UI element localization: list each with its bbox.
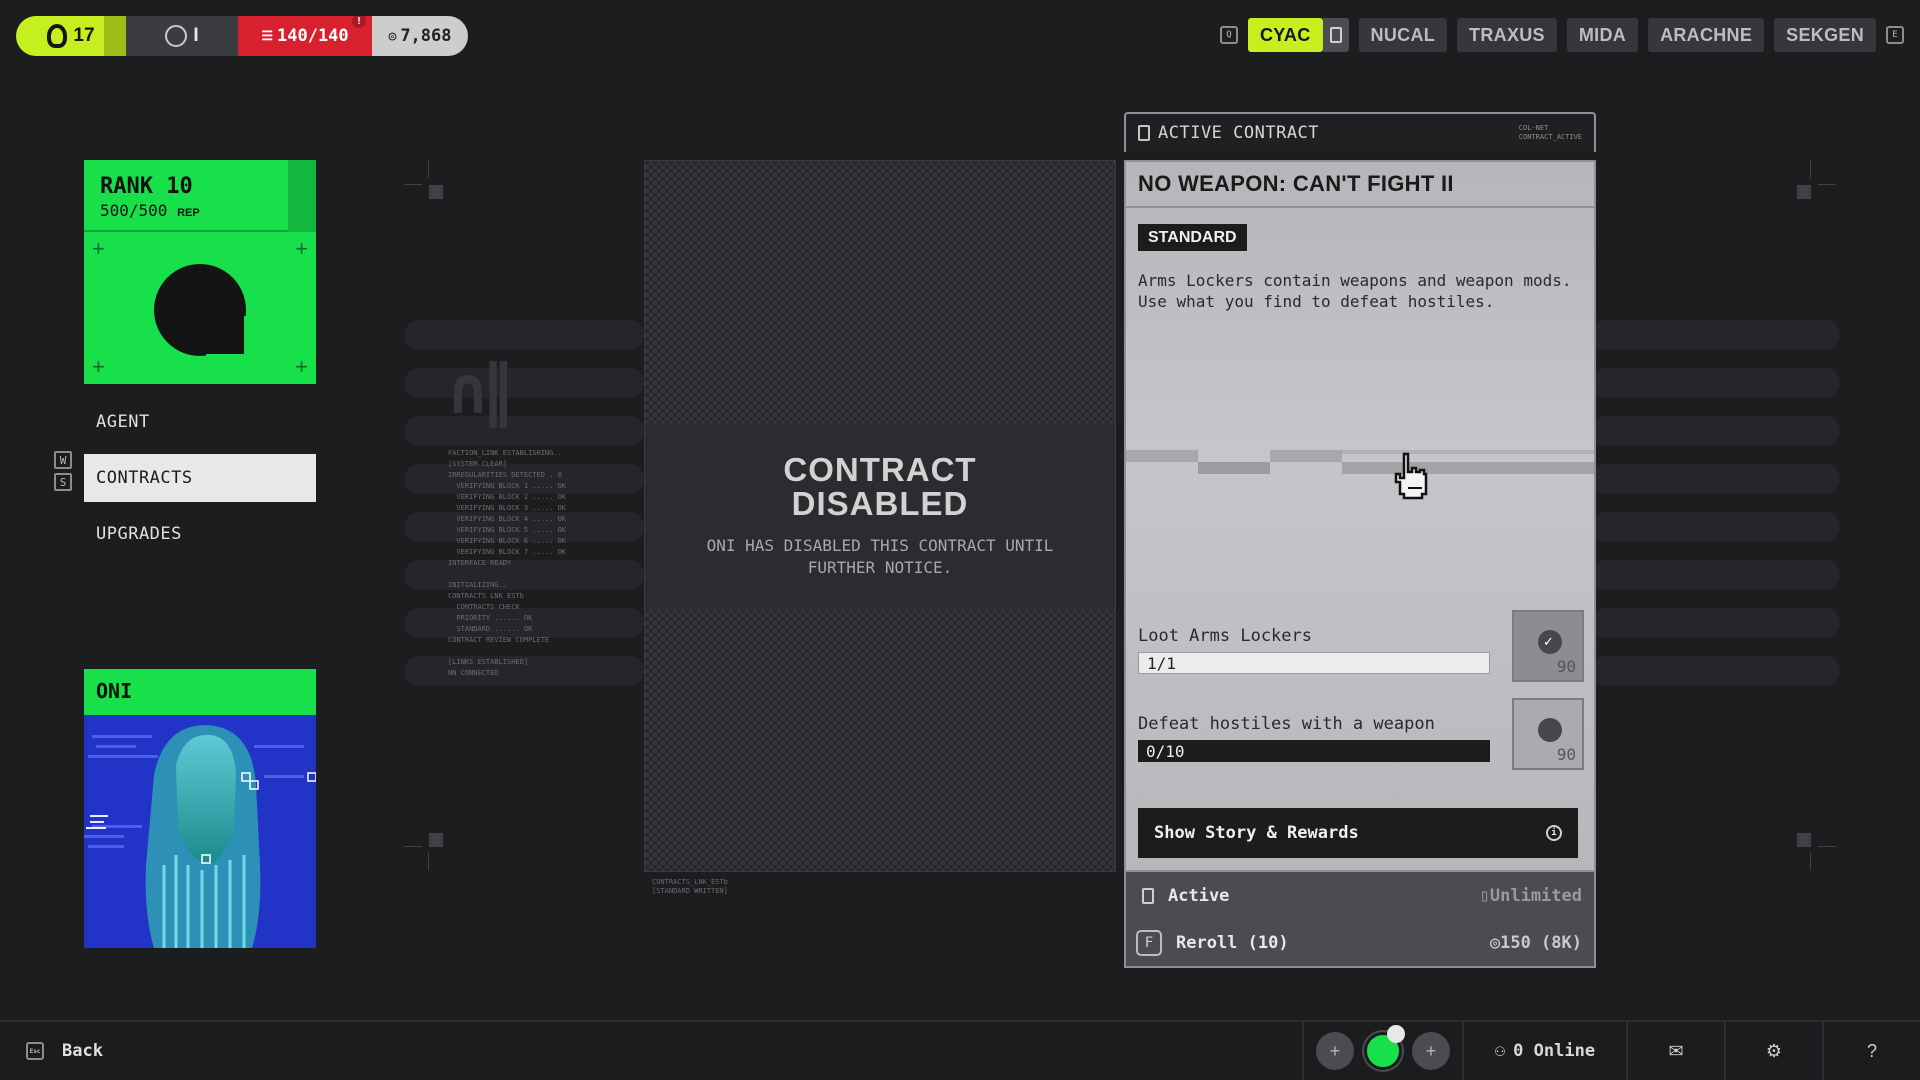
tab-traxus[interactable]: TRAXUS <box>1457 18 1557 52</box>
disabled-title: CONTRACT DISABLED <box>783 451 977 522</box>
faction-mark-icon: ∩∥ <box>448 352 515 429</box>
tab-mida[interactable]: MIDA <box>1566 18 1639 52</box>
friends-online[interactable]: ⚇ 0 Online <box>1462 1022 1626 1080</box>
nav-keys: W S <box>54 451 72 491</box>
contract-indicator-icon <box>1322 18 1349 52</box>
settings-button[interactable]: ⚙ <box>1724 1022 1822 1080</box>
contract-status-row: Active ▯Unlimited <box>1126 872 1594 919</box>
rank-title: RANK 10 <box>100 174 193 199</box>
frame-corner <box>429 833 443 847</box>
frame-corner <box>1797 833 1811 847</box>
rep-progress-bar <box>288 160 316 232</box>
prestige-badge: I <box>126 16 238 56</box>
credits-icon: ◎ <box>388 28 397 44</box>
objective-reward: 90 <box>1512 698 1584 770</box>
tab-nucal[interactable]: NUCAL <box>1358 18 1448 52</box>
contract-duration: ▯Unlimited <box>1479 885 1582 906</box>
contract-footer: Active ▯Unlimited F Reroll (10) ◎150 (8K… <box>1124 872 1596 968</box>
prestige-icon <box>165 25 188 47</box>
bottom-bar: Esc Back + + ⚇ 0 Online ✉ ⚙ ? <box>0 1020 1920 1080</box>
friends-icon: ⚇ <box>1494 1041 1506 1061</box>
prev-faction-key[interactable]: Q <box>1219 26 1238 44</box>
help-button[interactable]: ? <box>1822 1022 1920 1080</box>
frame-corner <box>429 185 443 199</box>
contract-description: Arms Lockers contain weapons and weapon … <box>1138 271 1572 311</box>
runner-icon <box>47 24 68 48</box>
objective-row: Loot Arms Lockers 1/1 ✓ 90 <box>1138 610 1584 682</box>
contract-type-badge: STANDARD <box>1138 224 1247 251</box>
disabled-contract-card: CONTRACT DISABLED ONI HAS DISABLED THIS … <box>644 160 1116 872</box>
level-badge: 17 <box>16 16 126 56</box>
objective-progress: 1/1 <box>1138 652 1490 674</box>
back-button[interactable]: Esc Back <box>26 1041 103 1061</box>
objective-reward: ✓ 90 <box>1512 610 1584 682</box>
hand-cursor-icon <box>1394 452 1428 500</box>
vault-capacity: ☰ 140/140 ! <box>238 16 372 56</box>
reroll-key[interactable]: F <box>1136 929 1162 956</box>
faction-rank-card: RANK 10 500/500 REP + + + + <box>84 160 316 384</box>
background-decor-right <box>1590 320 1840 720</box>
check-icon: ✓ <box>1543 634 1554 649</box>
gear-icon: ⚙ <box>1765 1040 1783 1061</box>
credits-value: 7,868 <box>400 26 452 46</box>
handler-card: ONI <box>84 669 316 948</box>
prestige-value: I <box>193 25 199 46</box>
reroll-button[interactable]: Reroll (10) <box>1176 933 1289 953</box>
active-contract-card[interactable]: NO WEAPON: CAN'T FIGHT II STANDARD Arms … <box>1124 160 1596 872</box>
nav-contracts[interactable]: CONTRACTS <box>84 454 316 502</box>
faction-tabs: Q CYAC NUCAL TRAXUS MIDA ARACHNE SEKGEN … <box>1219 18 1904 52</box>
contract-status-icon <box>1142 887 1154 904</box>
contract-status: Active <box>1168 885 1230 906</box>
add-party-member-button[interactable]: + <box>1412 1032 1450 1070</box>
reputation-icon <box>1538 718 1562 742</box>
vault-value: 140/140 <box>277 26 349 46</box>
contract-title: NO WEAPON: CAN'T FIGHT II <box>1126 162 1594 208</box>
help-icon: ? <box>1866 1040 1877 1061</box>
objective-progress: 0/10 <box>1138 740 1490 762</box>
player-avatar[interactable] <box>1364 1025 1405 1070</box>
nav-agent[interactable]: AGENT <box>84 398 316 446</box>
nav-down-key: S <box>54 473 72 491</box>
player-stats: 17 I ☰ 140/140 ! ◎ 7,868 <box>16 16 468 56</box>
mic-icon <box>1387 1025 1405 1043</box>
mail-icon: ✉ <box>1668 1040 1684 1061</box>
show-story-rewards-button[interactable]: Show Story & Rewards i <box>1138 808 1578 858</box>
level-value: 17 <box>73 25 95 46</box>
objective-row: Defeat hostiles with a weapon 0/10 90 <box>1138 698 1584 770</box>
tab-sekgen[interactable]: SEKGEN <box>1774 18 1876 52</box>
contract-doc-icon <box>1138 125 1150 141</box>
handler-name: ONI <box>96 679 133 703</box>
tab-arachne[interactable]: ARACHNE <box>1648 18 1765 52</box>
section-nav: AGENT CONTRACTS UPGRADES <box>84 398 316 566</box>
credits: ◎ 7,868 <box>372 16 468 56</box>
next-faction-key[interactable]: E <box>1886 26 1904 44</box>
handler-portrait <box>84 715 316 948</box>
active-contract-label: ACTIVE CONTRACT <box>1158 123 1320 143</box>
frame-corner <box>1797 185 1811 199</box>
party-slots: + + <box>1302 1022 1462 1080</box>
disabled-message: ONI HAS DISABLED THIS CONTRACT UNTIL FUR… <box>706 536 1054 577</box>
rank-rep: 500/500 REP <box>100 201 200 220</box>
contract-meta: COL-NET CONTRACT_ACTIVE <box>1518 124 1582 141</box>
nav-up-key: W <box>54 451 72 469</box>
info-icon: i <box>1546 825 1562 841</box>
reroll-cost: ◎150 (8K) <box>1489 932 1582 953</box>
add-party-member-button[interactable]: + <box>1316 1032 1354 1070</box>
system-log: FACTION_LINK ESTABLISHING.. [SYSTEM CLEA… <box>448 449 567 677</box>
glitch-decor <box>1126 450 1594 484</box>
reroll-row[interactable]: F Reroll (10) ◎150 (8K) <box>1126 919 1594 966</box>
vault-icon: ☰ <box>261 28 273 44</box>
active-contract-header: ACTIVE CONTRACT COL-NET CONTRACT_ACTIVE <box>1124 112 1596 152</box>
nav-upgrades[interactable]: UPGRADES <box>84 510 316 558</box>
disabled-footnote: CONTRACTS_LNK_ESTb [STANDARD WRITTEN] <box>652 878 728 895</box>
alert-icon: ! <box>350 16 368 30</box>
cyac-logo-icon <box>154 264 252 362</box>
esc-key: Esc <box>26 1042 44 1060</box>
mail-button[interactable]: ✉ <box>1626 1022 1724 1080</box>
tab-cyac[interactable]: CYAC <box>1247 18 1323 52</box>
